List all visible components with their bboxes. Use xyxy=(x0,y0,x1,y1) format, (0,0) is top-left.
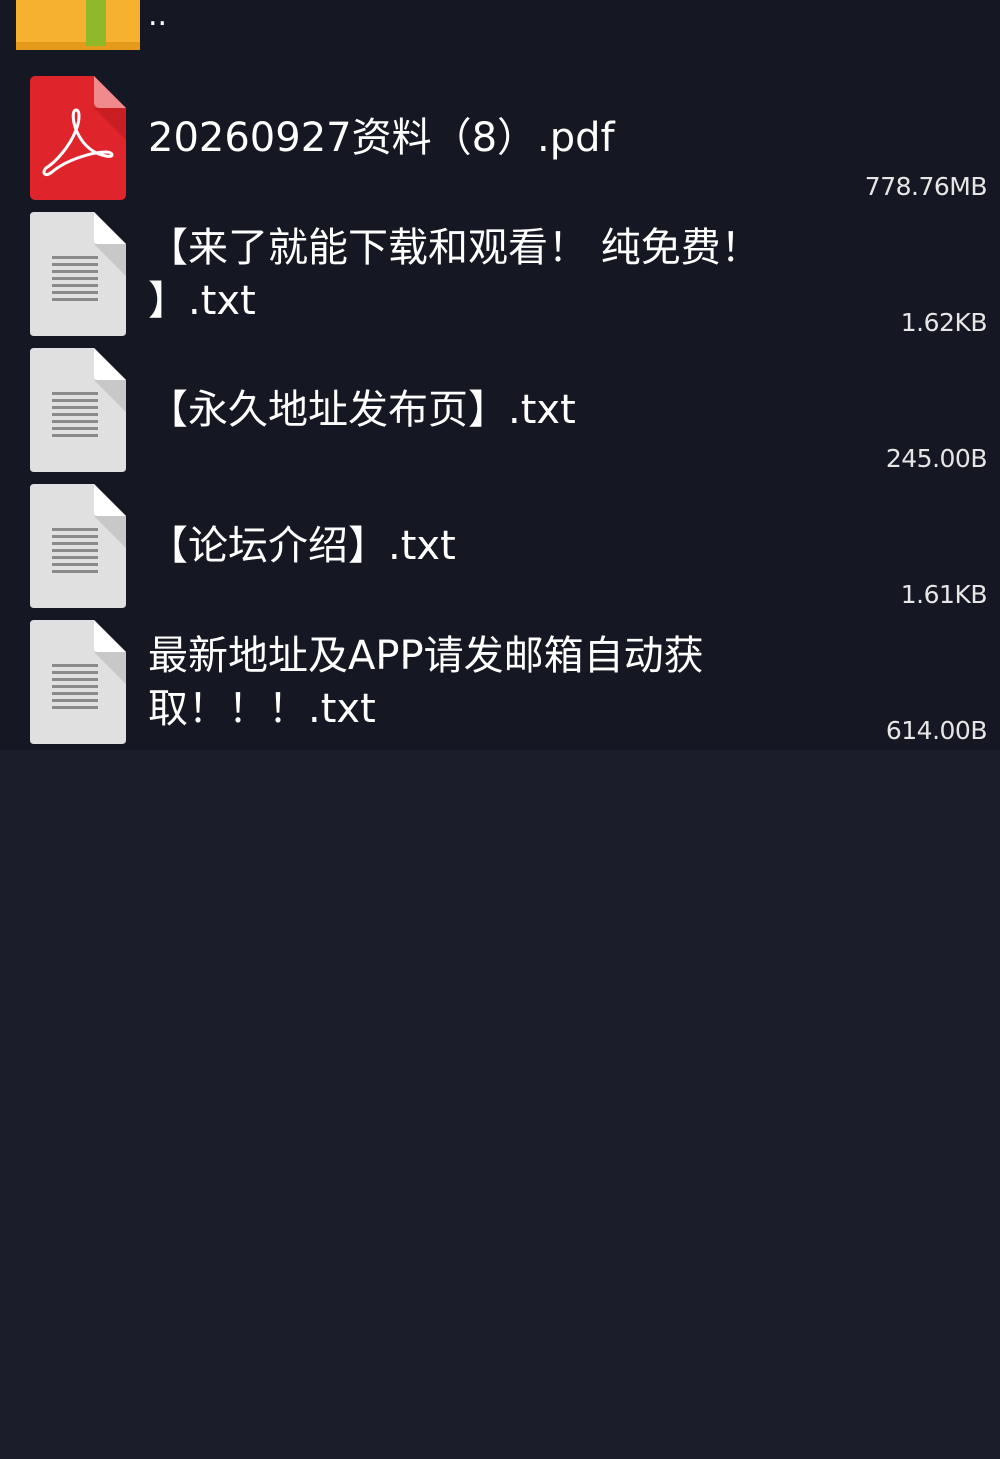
text-file-icon xyxy=(30,348,126,472)
text-file-icon xyxy=(30,212,126,336)
file-name: 【论坛介绍】.txt xyxy=(148,523,456,569)
file-size: 1.61KB xyxy=(900,580,988,609)
folder-icon xyxy=(16,0,140,50)
parent-directory-label: .. xyxy=(148,0,168,33)
file-name: 最新地址及APP请发邮箱自动获取！！！.txt xyxy=(148,633,704,732)
file-name: 【来了就能下载和观看！ 纯免费！ 】.txt xyxy=(148,225,761,324)
file-size: 614.00B xyxy=(885,716,988,745)
file-size: 245.00B xyxy=(885,444,988,473)
file-size: 778.76MB xyxy=(864,172,988,201)
file-name: 【永久地址发布页】.txt xyxy=(148,387,576,433)
file-row[interactable]: 20260927资料（8）.pdf 778.76MB xyxy=(0,64,1000,201)
text-file-icon xyxy=(30,620,126,744)
text-file-icon xyxy=(30,484,126,608)
file-name: 20260927资料（8）.pdf xyxy=(148,115,615,161)
file-row[interactable]: 【来了就能下载和观看！ 纯免费！ 】.txt 1.62KB xyxy=(0,200,1000,337)
file-row[interactable]: 【永久地址发布页】.txt 245.00B xyxy=(0,336,1000,473)
file-row[interactable]: 最新地址及APP请发邮箱自动获取！！！.txt 614.00B xyxy=(0,608,1000,745)
pdf-icon xyxy=(30,76,126,200)
file-size: 1.62KB xyxy=(900,308,988,337)
file-list: .. 20260927资料（8）.pdf 778.76MB 【来了就能下载和观看… xyxy=(0,0,1000,750)
file-row[interactable]: 【论坛介绍】.txt 1.61KB xyxy=(0,472,1000,609)
parent-directory-row[interactable]: .. xyxy=(0,0,1000,50)
